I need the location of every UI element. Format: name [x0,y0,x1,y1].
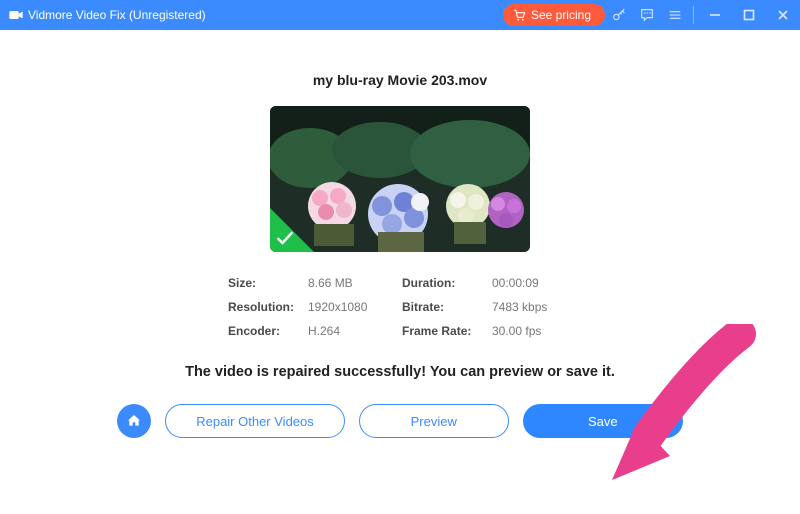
file-name: my blu-ray Movie 203.mov [313,72,487,88]
repair-other-videos-button[interactable]: Repair Other Videos [165,404,345,438]
see-pricing-label: See pricing [531,8,591,22]
repair-other-videos-label: Repair Other Videos [196,414,314,429]
window-minimize-button[interactable] [698,0,732,30]
value-bitrate: 7483 kbps [492,300,572,314]
titlebar: Vidmore Video Fix (Unregistered) See pri… [0,0,800,30]
check-icon [275,228,295,248]
label-duration: Duration: [402,276,488,290]
label-size: Size: [228,276,304,290]
save-button[interactable]: Save [523,404,683,438]
titlebar-divider [693,6,694,24]
save-label: Save [588,414,618,429]
app-title: Vidmore Video Fix (Unregistered) [28,8,206,22]
window-close-button[interactable] [766,0,800,30]
value-size: 8.66 MB [308,276,398,290]
value-encoder: H.264 [308,324,398,338]
label-encoder: Encoder: [228,324,304,338]
success-message: The video is repaired successfully! You … [185,364,615,380]
window-maximize-button[interactable] [732,0,766,30]
video-info: Size: 8.66 MB Duration: 00:00:09 Resolut… [228,276,572,338]
content-area: my blu-ray Movie 203.mov [0,30,800,514]
label-resolution: Resolution: [228,300,304,314]
video-thumbnail [270,106,530,252]
label-bitrate: Bitrate: [402,300,488,314]
button-row: Repair Other Videos Preview Save [117,404,683,438]
preview-button[interactable]: Preview [359,404,509,438]
value-framerate: 30.00 fps [492,324,572,338]
see-pricing-button[interactable]: See pricing [503,4,605,26]
app-logo: Vidmore Video Fix (Unregistered) [8,7,206,23]
preview-label: Preview [411,414,457,429]
register-key-icon[interactable] [605,0,633,30]
menu-icon[interactable] [661,0,689,30]
value-resolution: 1920x1080 [308,300,398,314]
feedback-icon[interactable] [633,0,661,30]
label-framerate: Frame Rate: [402,324,488,338]
value-duration: 00:00:09 [492,276,572,290]
home-button[interactable] [117,404,151,438]
